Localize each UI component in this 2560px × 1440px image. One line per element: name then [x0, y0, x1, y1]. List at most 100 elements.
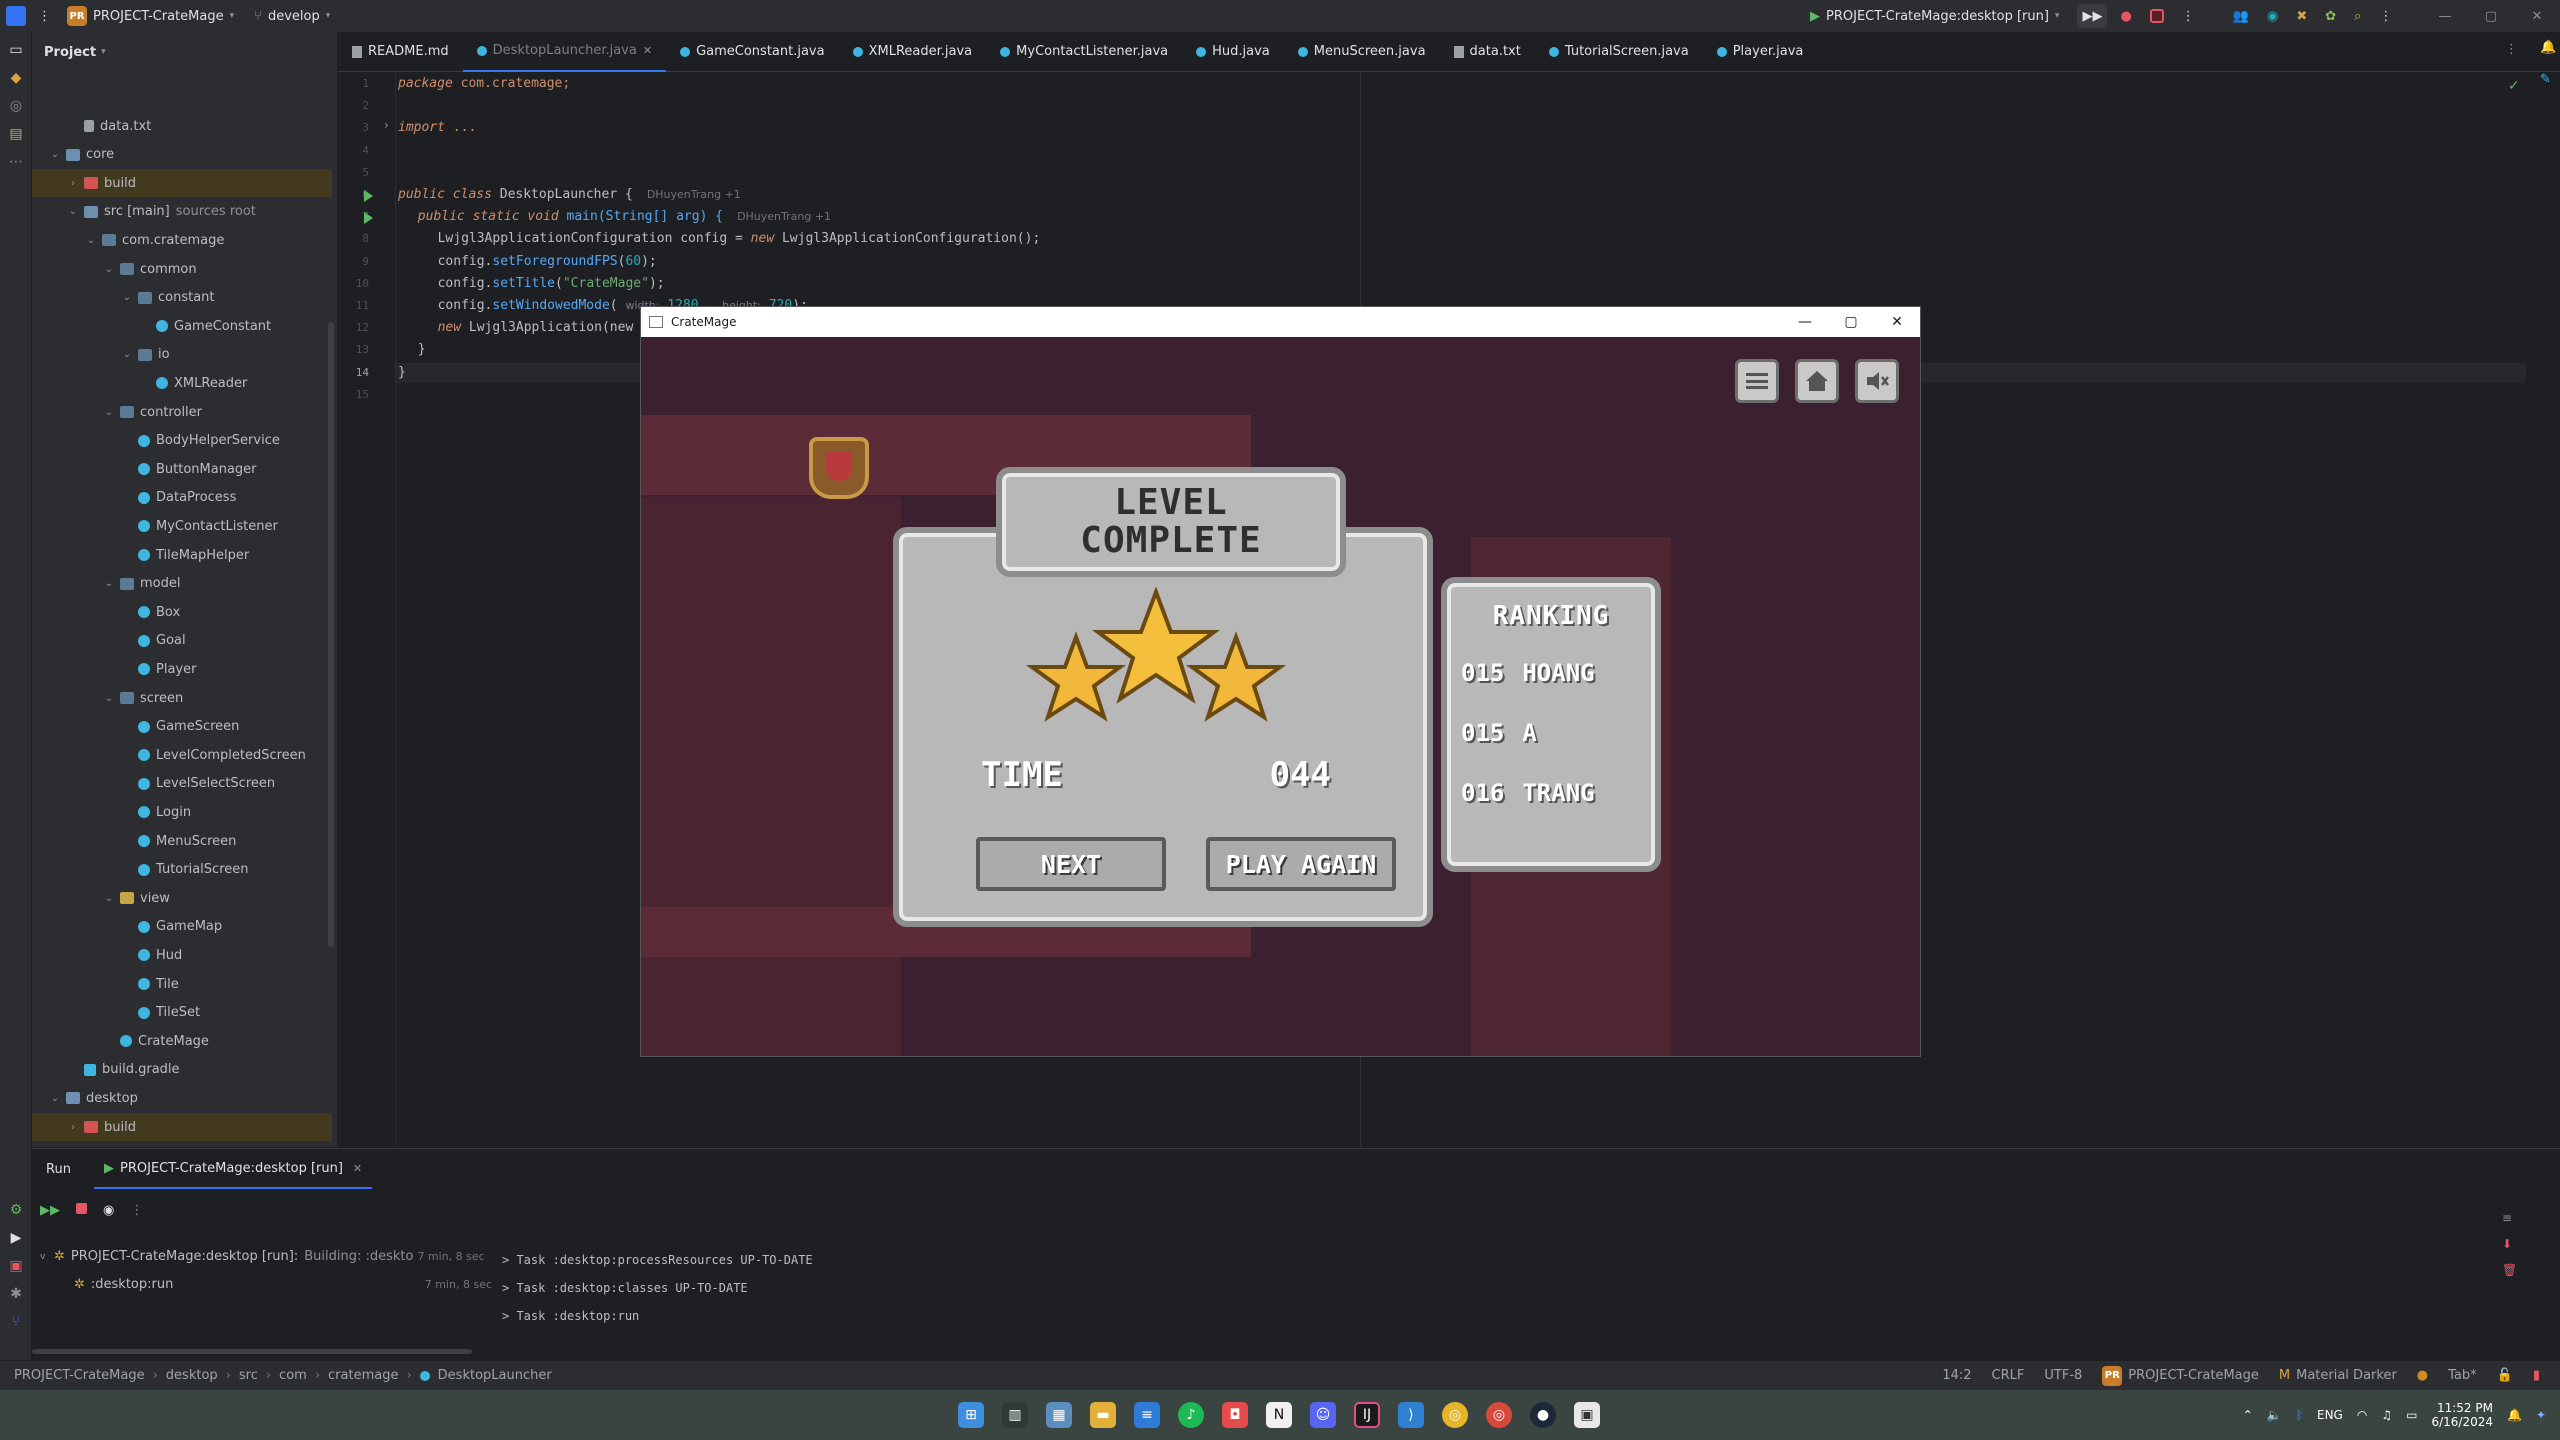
ai-assistant-icon[interactable]: ◉: [2262, 4, 2283, 28]
tree-item[interactable]: MenuScreen: [32, 827, 332, 855]
wifi-icon[interactable]: ◠: [2357, 1408, 2367, 1422]
file-encoding[interactable]: UTF-8: [2044, 1368, 2082, 1383]
bookmarks-icon[interactable]: ▤: [6, 124, 26, 144]
fold-icon[interactable]: ›: [384, 118, 389, 132]
editor-tab[interactable]: XMLReader.java: [839, 32, 987, 72]
tree-item[interactable]: DataProcess: [32, 484, 332, 512]
tree-item[interactable]: Player: [32, 655, 332, 683]
run-tree-root[interactable]: v ✲ PROJECT-CrateMage:desktop [run]: Bui…: [40, 1249, 490, 1264]
search-icon[interactable]: ⌕: [2349, 4, 2366, 28]
file-explorer-icon[interactable]: ▬: [1090, 1402, 1116, 1428]
editor-tab[interactable]: DesktopLauncher.java ✕: [462, 32, 667, 72]
branch-selector[interactable]: ⑂ develop ▾: [244, 4, 340, 28]
tree-item[interactable]: Login: [32, 798, 332, 826]
stop-button[interactable]: [2145, 4, 2169, 28]
chevron-down-icon[interactable]: ⌄: [102, 578, 116, 589]
run-config-selector[interactable]: ▶ PROJECT-CrateMage:desktop [run] ▾: [1800, 4, 2069, 28]
chevron-down-icon[interactable]: ⌄: [66, 206, 80, 217]
tree-item[interactable]: build.gradle: [32, 1056, 332, 1084]
plugins-icon[interactable]: ✿: [2320, 4, 2341, 28]
project-status[interactable]: PR PROJECT-CrateMage: [2102, 1365, 2259, 1386]
tree-item[interactable]: › build: [32, 169, 332, 198]
breadcrumb-item[interactable]: src: [239, 1368, 258, 1383]
breadcrumb-item[interactable]: com: [279, 1368, 307, 1383]
battery-icon[interactable]: ▭: [2406, 1408, 2417, 1422]
tree-scrollbar[interactable]: [328, 322, 334, 947]
chevron-down-icon[interactable]: ⌄: [102, 893, 116, 904]
settings-icon[interactable]: ⋮: [2374, 4, 2397, 28]
close-icon[interactable]: ✕: [643, 44, 652, 57]
tray-expand-icon[interactable]: ⌃: [2243, 1408, 2253, 1422]
tree-item[interactable]: › build: [32, 1113, 332, 1141]
memory-indicator-icon[interactable]: ▮: [2533, 1368, 2540, 1383]
tools-icon[interactable]: ✖: [2291, 4, 2312, 28]
task-view-icon[interactable]: ▥: [1002, 1402, 1028, 1428]
tree-item[interactable]: LevelSelectScreen: [32, 770, 332, 798]
tree-item[interactable]: Box: [32, 598, 332, 626]
caret-position[interactable]: 14:2: [1942, 1368, 1971, 1383]
chevron-down-icon[interactable]: ⌄: [102, 407, 116, 418]
tree-item[interactable]: GameMap: [32, 913, 332, 941]
steam-icon[interactable]: ●: [1530, 1402, 1556, 1428]
home-button[interactable]: [1795, 359, 1839, 403]
next-button[interactable]: NEXT: [976, 837, 1166, 891]
tree-item[interactable]: ⌄ desktop: [32, 1084, 332, 1112]
run-hscrollbar[interactable]: [32, 1349, 472, 1354]
tree-item[interactable]: ⌄ io: [32, 341, 332, 369]
vscode-icon[interactable]: ⟩: [1398, 1402, 1424, 1428]
tree-item[interactable]: ⌄ screen: [32, 684, 332, 712]
run-tree-child[interactable]: ✲ :desktop:run 7 min, 8 sec: [74, 1277, 492, 1292]
tree-item[interactable]: TutorialScreen: [32, 856, 332, 884]
editor-tab[interactable]: Hud.java: [1182, 32, 1284, 72]
minimize-button[interactable]: —: [2422, 9, 2468, 24]
run-gutter-icon[interactable]: [364, 190, 373, 202]
copilot-icon[interactable]: ✦: [2536, 1408, 2546, 1422]
editor-tab[interactable]: data.txt: [1440, 32, 1535, 72]
stop-icon[interactable]: [76, 1203, 87, 1218]
chevron-down-icon[interactable]: ⌄: [84, 235, 98, 246]
tree-item[interactable]: ⌄ common: [32, 255, 332, 283]
code-with-me-icon[interactable]: 👥: [2228, 4, 2254, 28]
editor-tab[interactable]: MyContactListener.java: [986, 32, 1182, 72]
tree-item[interactable]: TileSet: [32, 999, 332, 1027]
clock[interactable]: 11:52 PM 6/16/2024: [2431, 1401, 2493, 1429]
tree-item[interactable]: LevelCompletedScreen: [32, 741, 332, 769]
play-again-button[interactable]: PLAY AGAIN: [1206, 837, 1396, 891]
clear-console-icon[interactable]: 🗑: [2502, 1263, 2517, 1277]
speaker-icon[interactable]: ♫: [2381, 1408, 2392, 1422]
game-maximize-button[interactable]: ▢: [1828, 314, 1874, 330]
tree-item[interactable]: ⌄ com.cratemage: [32, 226, 332, 254]
editor-tab[interactable]: TutorialScreen.java: [1535, 32, 1703, 72]
sound-toggle-button[interactable]: [1855, 359, 1899, 403]
windows-start-icon[interactable]: ⊞: [958, 1402, 984, 1428]
chrome-icon[interactable]: ◎: [1442, 1402, 1468, 1428]
tree-item[interactable]: ⌄ src [main] sources root: [32, 198, 332, 226]
photos-app-icon[interactable]: ▦: [1046, 1402, 1072, 1428]
game-canvas[interactable]: LEVEL COMPLETE TIME 044 NEXT PLAY AGAIN …: [641, 337, 1920, 1056]
run-tool-icon[interactable]: ▶: [6, 1228, 26, 1248]
chevron-down-icon[interactable]: ⌄: [48, 149, 62, 160]
chevron-down-icon[interactable]: ⌄: [102, 693, 116, 704]
chevron-down-icon[interactable]: ⌄: [120, 349, 134, 360]
project-tool-icon[interactable]: ▭: [6, 40, 26, 60]
tab-actions-icon[interactable]: ⋮: [2505, 42, 2518, 57]
breadcrumb-item[interactable]: DesktopLauncher: [438, 1368, 552, 1383]
chevron-right-icon[interactable]: ›: [66, 178, 80, 189]
tree-item[interactable]: ⌄ controller: [32, 398, 332, 426]
status-circle-icon[interactable]: ●: [2417, 1368, 2428, 1383]
volume-tray-icon[interactable]: 🔈: [2267, 1408, 2282, 1422]
editor-tab[interactable]: README.md: [338, 32, 463, 72]
intellij-icon[interactable]: IJ: [1354, 1402, 1380, 1428]
breadcrumb-item[interactable]: desktop: [166, 1368, 218, 1383]
terminal-icon[interactable]: ▣: [6, 1256, 26, 1276]
chevron-down-icon[interactable]: ⌄: [48, 1093, 62, 1104]
notes-app-icon[interactable]: ≡: [1134, 1402, 1160, 1428]
chrome-alt-icon[interactable]: ◎: [1486, 1402, 1512, 1428]
debug-button[interactable]: ●: [2115, 4, 2136, 28]
tree-item[interactable]: ⌄ view: [32, 884, 332, 912]
debug-tool-icon[interactable]: ✱: [6, 1284, 26, 1304]
indent-setting[interactable]: Tab*: [2448, 1368, 2477, 1383]
chevron-down-icon[interactable]: ⌄: [102, 264, 116, 275]
tree-item[interactable]: BodyHelperService: [32, 427, 332, 455]
notion-icon[interactable]: N: [1266, 1402, 1292, 1428]
